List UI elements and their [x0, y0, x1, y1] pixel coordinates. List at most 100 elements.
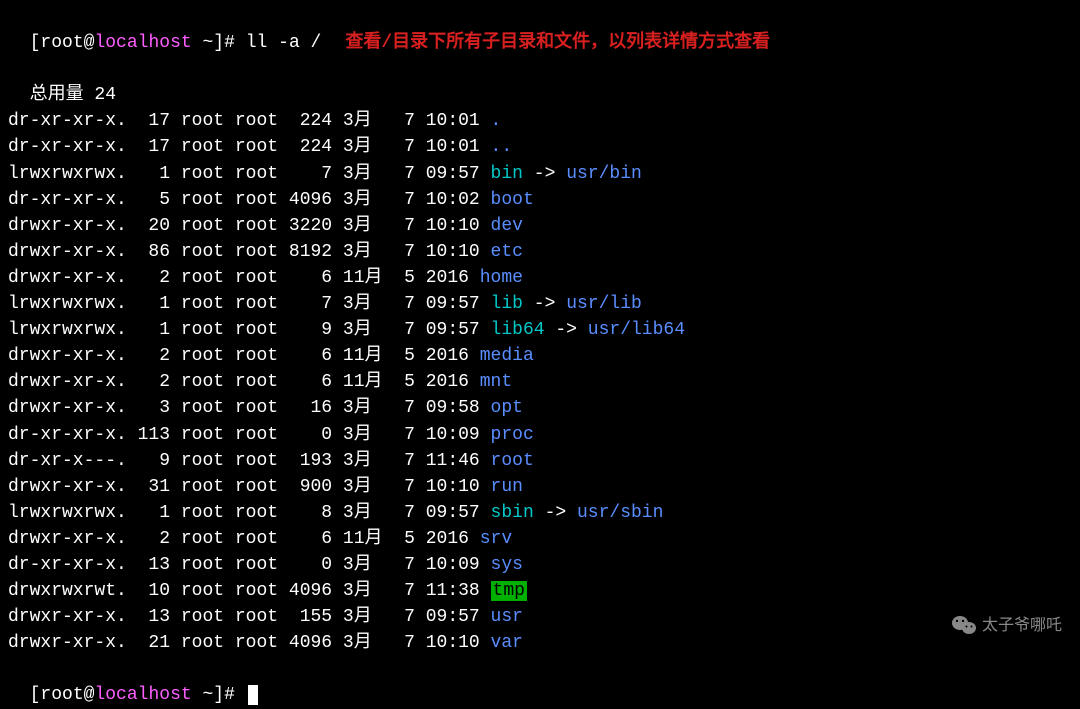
file-listing: dr-xr-xr-x. 17 root root 224 3月 7 10:01 … [8, 108, 1072, 656]
list-item: lrwxrwxrwx. 1 root root 7 3月 7 09:57 lib… [8, 291, 1072, 317]
list-item: drwxr-xr-x. 86 root root 8192 3月 7 10:10… [8, 239, 1072, 265]
month: 3月 [343, 398, 383, 418]
day: 7 [383, 161, 415, 187]
day: 7 [383, 395, 415, 421]
size: 4096 [278, 578, 332, 604]
time: 2016 [426, 529, 480, 549]
time: 10:10 [426, 477, 480, 497]
group: root [235, 268, 278, 288]
day: 7 [383, 422, 415, 448]
prompt-at: @ [84, 33, 95, 53]
prompt-line-1[interactable]: [root@localhost ~]# ll -a /查看/目录下所有子目录和文… [8, 4, 1072, 56]
owner: root [181, 242, 224, 262]
day: 7 [383, 604, 415, 630]
size: 6 [278, 343, 332, 369]
list-item: drwxr-xr-x. 3 root root 16 3月 7 09:58 op… [8, 395, 1072, 421]
owner: root [181, 425, 224, 445]
owner: root [181, 581, 224, 601]
list-item: dr-xr-x---. 9 root root 193 3月 7 11:46 r… [8, 448, 1072, 474]
list-item: drwxr-xr-x. 21 root root 4096 3月 7 10:10… [8, 630, 1072, 656]
day: 7 [383, 448, 415, 474]
list-item: drwxr-xr-x. 13 root root 155 3月 7 09:57 … [8, 604, 1072, 630]
link-count: 17 [127, 108, 170, 134]
day: 5 [383, 369, 415, 395]
list-item: dr-xr-xr-x. 17 root root 224 3月 7 10:01 … [8, 108, 1072, 134]
permissions: drwxr-xr-x. [8, 529, 127, 549]
total-label: 总用量 [30, 85, 84, 105]
month: 3月 [343, 164, 383, 184]
link-count: 86 [127, 239, 170, 265]
symlink-target: usr/sbin [577, 503, 663, 523]
permissions: lrwxrwxrwx. [8, 164, 127, 184]
file-name: .. [491, 137, 513, 157]
owner: root [181, 164, 224, 184]
time: 10:10 [426, 216, 480, 236]
size: 6 [278, 265, 332, 291]
link-count: 2 [127, 526, 170, 552]
group: root [235, 398, 278, 418]
prompt-line-2[interactable]: [root@localhost ~]# [8, 656, 1072, 708]
permissions: drwxr-xr-x. [8, 268, 127, 288]
file-name: proc [491, 425, 534, 445]
link-count: 21 [127, 630, 170, 656]
link-count: 2 [127, 265, 170, 291]
permissions: drwxr-xr-x. [8, 398, 127, 418]
time: 2016 [426, 268, 480, 288]
time: 09:57 [426, 294, 480, 314]
file-name: media [480, 346, 534, 366]
owner: root [181, 503, 224, 523]
file-name: root [491, 451, 534, 471]
link-count: 1 [127, 161, 170, 187]
command-text: ll -a / [246, 33, 322, 53]
group: root [235, 164, 278, 184]
symlink-target: usr/lib [566, 294, 642, 314]
month: 11月 [343, 372, 383, 392]
prompt-user: root [40, 33, 83, 53]
file-name: sys [491, 555, 523, 575]
group: root [235, 633, 278, 653]
permissions: drwxr-xr-x. [8, 242, 127, 262]
month: 11月 [343, 529, 383, 549]
time: 09:58 [426, 398, 480, 418]
file-name: mnt [480, 372, 512, 392]
time: 10:01 [426, 137, 480, 157]
owner: root [181, 529, 224, 549]
list-item: dr-xr-xr-x. 5 root root 4096 3月 7 10:02 … [8, 187, 1072, 213]
prompt-path: ~ [202, 33, 213, 53]
day: 5 [383, 526, 415, 552]
group: root [235, 190, 278, 210]
symlink-target: usr/bin [566, 164, 642, 184]
file-name: . [491, 111, 502, 131]
file-name: tmp [491, 581, 527, 601]
group: root [235, 242, 278, 262]
file-name: etc [491, 242, 523, 262]
permissions: dr-xr-xr-x. [8, 137, 127, 157]
group: root [235, 477, 278, 497]
list-item: dr-xr-xr-x. 17 root root 224 3月 7 10:01 … [8, 134, 1072, 160]
day: 7 [383, 317, 415, 343]
size: 8192 [278, 239, 332, 265]
link-count: 2 [127, 343, 170, 369]
time: 10:09 [426, 555, 480, 575]
month: 3月 [343, 190, 383, 210]
permissions: drwxr-xr-x. [8, 633, 127, 653]
owner: root [181, 320, 224, 340]
file-name: dev [491, 216, 523, 236]
day: 7 [383, 500, 415, 526]
day: 7 [383, 474, 415, 500]
day: 7 [383, 239, 415, 265]
month: 3月 [343, 581, 383, 601]
time: 11:38 [426, 581, 480, 601]
day: 5 [383, 343, 415, 369]
size: 6 [278, 369, 332, 395]
time: 10:02 [426, 190, 480, 210]
link-count: 13 [127, 552, 170, 578]
group: root [235, 607, 278, 627]
prompt-host: localhost [94, 33, 191, 53]
permissions: dr-xr-xr-x. [8, 425, 127, 445]
size: 16 [278, 395, 332, 421]
annotation-text: 查看/目录下所有子目录和文件，以列表详情方式查看 [345, 33, 770, 53]
list-item: drwxrwxrwt. 10 root root 4096 3月 7 11:38… [8, 578, 1072, 604]
wechat-icon [952, 615, 976, 635]
month: 11月 [343, 346, 383, 366]
